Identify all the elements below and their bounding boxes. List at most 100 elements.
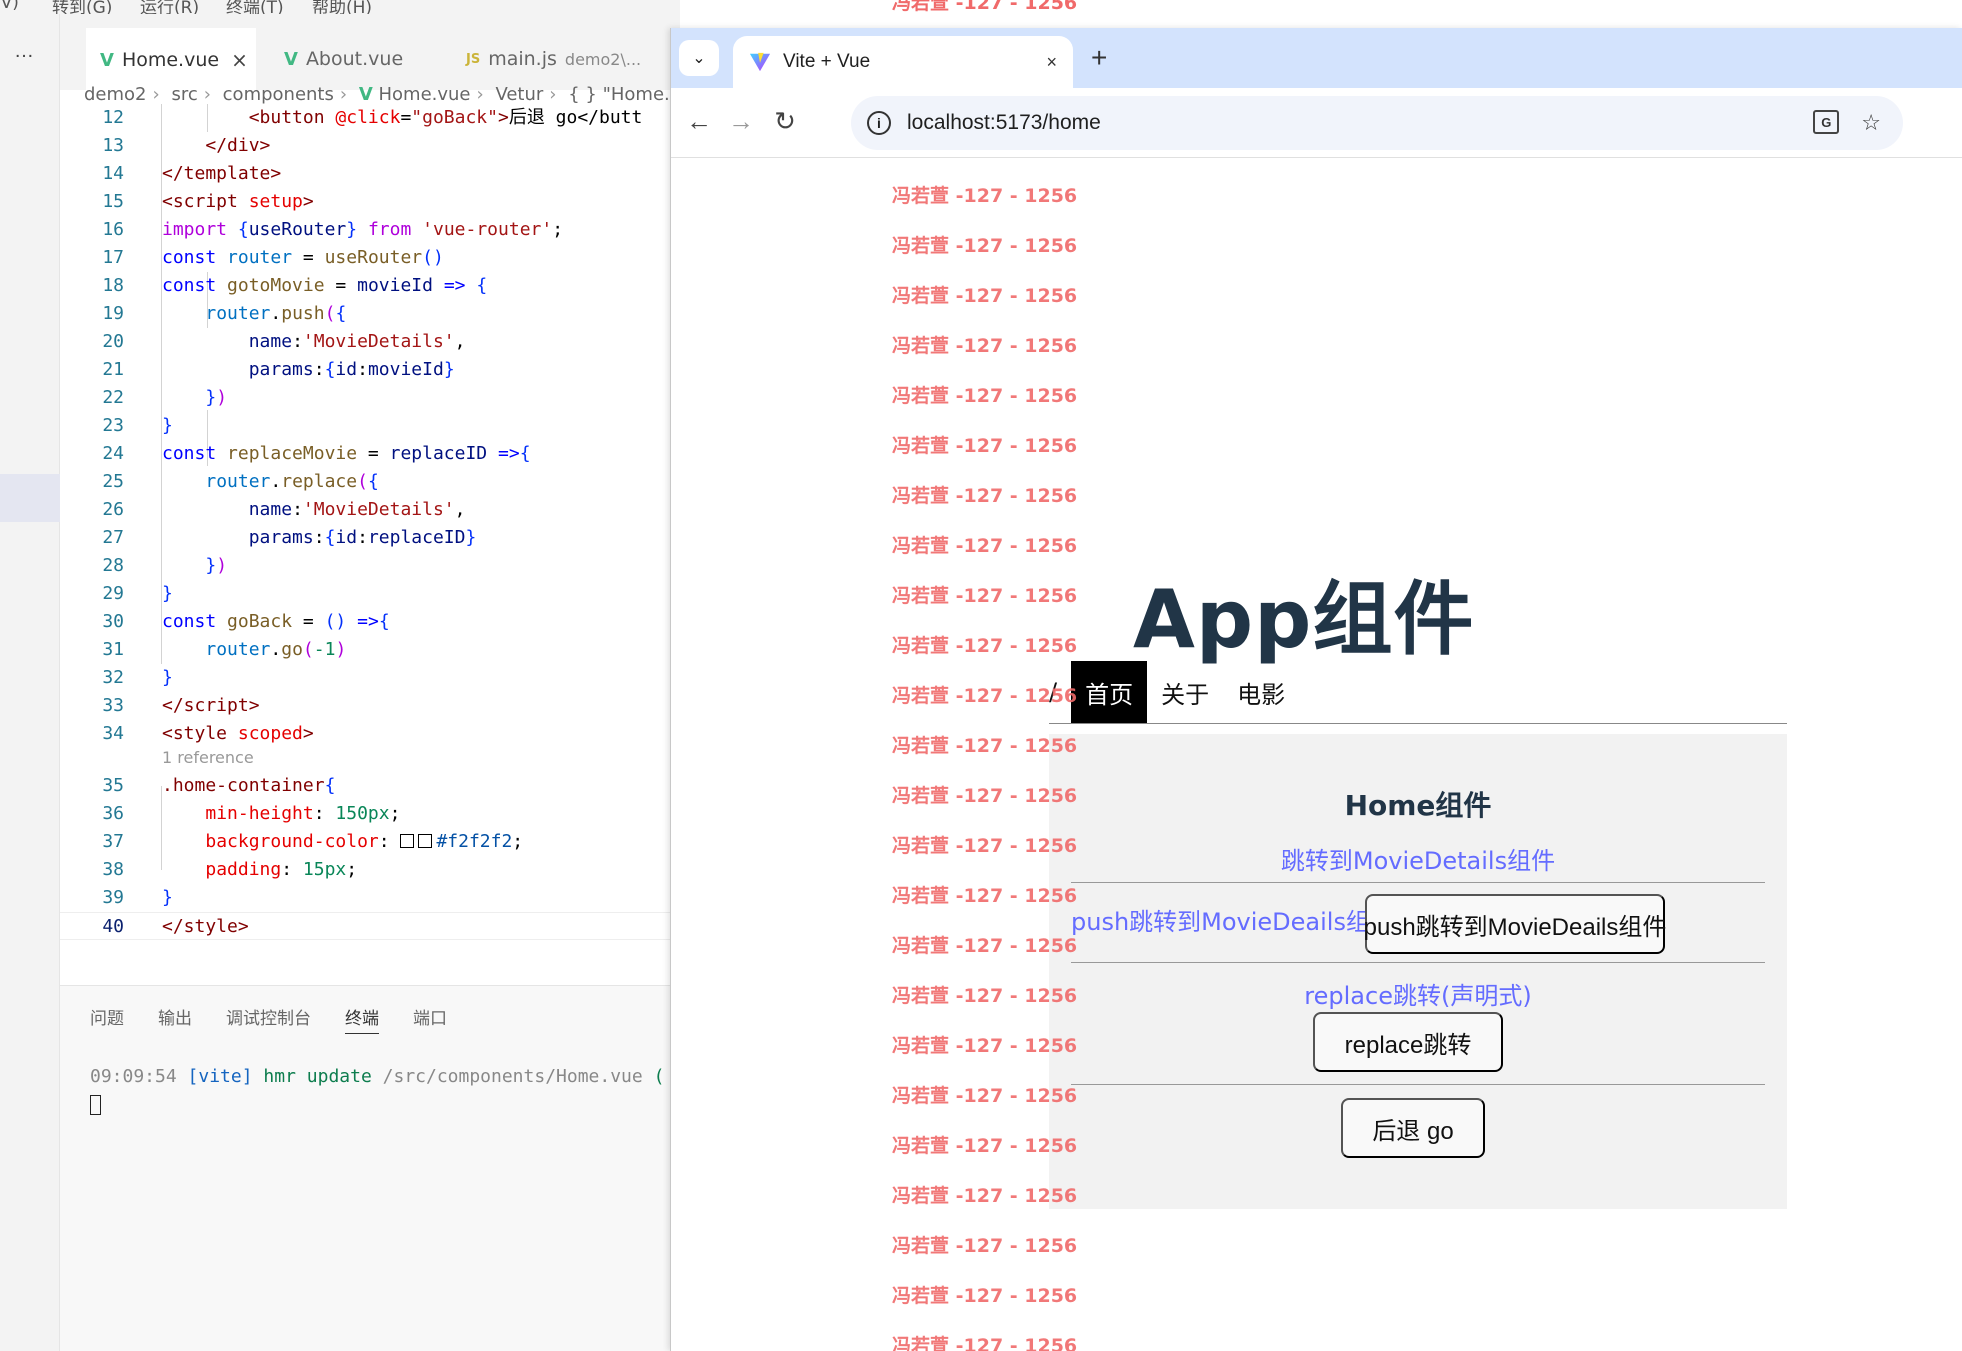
tab-strip: ⌄ Vite + Vue × + xyxy=(671,28,1962,88)
code-line: 23} xyxy=(102,415,173,436)
chevron-right-icon: › xyxy=(339,84,348,105)
watermark-text: 冯若萱 -127 - 1256 xyxy=(892,285,1078,307)
tab-label: main.js xyxy=(488,48,557,70)
vue-icon: V xyxy=(100,49,114,71)
home-container: Home组件 跳转到MovieDetails组件 push跳转到MovieDea… xyxy=(1049,734,1787,1209)
tab-search-button[interactable]: ⌄ xyxy=(679,40,719,76)
terminal-output[interactable]: 09:09:54 [vite] hmr update /src/componen… xyxy=(90,1066,664,1120)
terminal-time: 09:09:54 xyxy=(90,1066,177,1087)
back-go-button[interactable]: 后退 go xyxy=(1341,1098,1485,1158)
reload-icon[interactable]: ↻ xyxy=(769,106,801,137)
bottom-panel: 问题 输出 调试控制台 终端 端口 09:09:54 [vite] hmr up… xyxy=(60,985,680,1351)
new-tab-button[interactable]: + xyxy=(1091,42,1107,74)
terminal-tail: ( xyxy=(653,1066,665,1087)
breadcrumb-item[interactable]: components xyxy=(223,84,334,105)
code-line: 22 }) xyxy=(102,387,228,408)
chevron-right-icon: › xyxy=(152,84,160,105)
code-line: 35 .home-container{ xyxy=(102,775,336,796)
code-line: 14 </template> xyxy=(102,163,282,184)
menu-run[interactable]: 运行(R) xyxy=(140,0,199,14)
breadcrumb-item[interactable]: Vetur xyxy=(495,84,543,105)
vite-logo-icon xyxy=(749,52,771,72)
watermark-text: 冯若萱 -127 - 1256 xyxy=(892,335,1078,357)
back-arrow-icon[interactable]: ← xyxy=(683,106,715,137)
push-button[interactable]: push跳转到MovieDeails组件 xyxy=(1364,894,1666,954)
code-line: 34 <style scoped> xyxy=(102,723,314,744)
code-line: 18 const gotoMovie = movieId => { xyxy=(102,275,488,296)
code-line: 38 padding: 15px; xyxy=(102,859,358,880)
watermark-text: 冯若萱 -127 - 1256 xyxy=(892,1235,1078,1257)
code-lens[interactable]: 1 reference xyxy=(60,746,680,770)
terminal-line: 09:09:54 [vite] hmr update /src/componen… xyxy=(90,1066,664,1087)
chevron-right-icon: › xyxy=(549,84,557,105)
code-line: 26 name:'MovieDetails', xyxy=(102,499,466,520)
address-bar[interactable]: i localhost:5173/home G ☆ xyxy=(851,96,1903,150)
code-line: 25 router.replace({ xyxy=(102,471,379,492)
link-push-movie[interactable]: push跳转到MovieDeails组件 xyxy=(1071,902,1394,937)
code-line: 16 import {useRouter} from 'vue-router'; xyxy=(102,219,564,240)
color-swatch-icon[interactable] xyxy=(400,834,415,848)
breadcrumb-item[interactable]: Home.vue xyxy=(378,84,470,105)
watermark-text: 冯若萱 -127 - 1256 xyxy=(892,235,1078,257)
js-icon: JS xyxy=(466,51,481,67)
nav-link-movie[interactable]: 电影 xyxy=(1223,661,1299,723)
page-viewport: App组件 / 首页 关于 电影 Home组件 跳转到MovieDetails组… xyxy=(671,159,1962,1351)
tab-label: Home.vue xyxy=(121,49,220,71)
watermark-text: 冯若萱 -127 - 1256 xyxy=(892,485,1078,507)
url-text[interactable]: localhost:5173/home xyxy=(907,111,1101,135)
close-icon[interactable]: × xyxy=(231,48,248,72)
link-movie-details[interactable]: 跳转到MovieDetails组件 xyxy=(1049,841,1787,876)
code-line: 17 const router = useRouter() xyxy=(102,247,444,268)
forward-arrow-icon[interactable]: → xyxy=(725,106,757,137)
chevron-down-icon: ⌄ xyxy=(692,50,706,67)
menu-goto[interactable]: 转到(G) xyxy=(52,0,112,14)
menu-terminal[interactable]: 终端(T) xyxy=(226,0,284,14)
tab-terminal[interactable]: 终端 xyxy=(345,1004,379,1034)
tab-ports[interactable]: 端口 xyxy=(413,1004,447,1034)
code-line: 15 <script setup> xyxy=(102,191,314,212)
panel-tabs: 问题 输出 调试控制台 终端 端口 xyxy=(90,1004,447,1034)
tab-output[interactable]: 输出 xyxy=(158,1004,192,1034)
menu-view[interactable]: (V) xyxy=(0,0,19,13)
chevron-right-icon: › xyxy=(203,84,211,105)
tab-about-vue[interactable]: V About.vue xyxy=(270,28,440,90)
vscode-window: (V) 转到(G) 运行(R) 终端(T) 帮助(H) … V Home.vue… xyxy=(0,0,680,1351)
breadcrumb-item[interactable]: demo2 xyxy=(84,84,147,105)
terminal-path: /src/components/Home.vue xyxy=(382,1066,643,1087)
close-icon[interactable]: × xyxy=(1046,52,1057,73)
reference-count[interactable]: 1 reference xyxy=(162,746,254,770)
link-replace-declarative[interactable]: replace跳转(声明式) xyxy=(1049,976,1787,1011)
code-line: 21 params:{id:movieId} xyxy=(102,359,455,380)
translate-icon[interactable]: G xyxy=(1813,110,1840,134)
tab-debug-console[interactable]: 调试控制台 xyxy=(226,1004,311,1034)
code-line: 13 </div> xyxy=(102,135,271,156)
activity-bar: … xyxy=(0,14,60,1351)
watermark-text: 冯若萱 -127 - 1256 xyxy=(892,435,1078,457)
breadcrumb-item[interactable]: { } "Home.vue" xyxy=(568,84,680,105)
tab-problems[interactable]: 问题 xyxy=(90,1004,124,1034)
editor-tabs: V Home.vue × V About.vue JS main.js demo… xyxy=(60,14,680,90)
bookmark-star-icon[interactable]: ☆ xyxy=(1861,110,1881,136)
tab-home-vue[interactable]: V Home.vue × xyxy=(86,28,256,90)
nav-separator: / xyxy=(1049,678,1058,706)
site-info-icon[interactable]: i xyxy=(867,111,891,135)
nav-link-about[interactable]: 关于 xyxy=(1147,661,1223,723)
code-editor[interactable]: 12 <button @click="goBack">后退 go</butt 1… xyxy=(60,104,680,984)
breadcrumb-item[interactable]: src xyxy=(171,84,197,105)
replace-button[interactable]: replace跳转 xyxy=(1313,1012,1503,1072)
color-swatch-icon[interactable] xyxy=(418,834,433,848)
app-navigation: / 首页 关于 电影 xyxy=(1049,661,1299,723)
menu-help[interactable]: 帮助(H) xyxy=(312,0,372,14)
watermark-text: 冯若萱 -127 - 1256 xyxy=(892,1285,1078,1307)
code-line: 24 const replaceMovie = replaceID =>{ xyxy=(102,443,531,464)
chevron-right-icon: › xyxy=(476,84,484,105)
code-line: 27 params:{id:replaceID} xyxy=(102,527,477,548)
browser-tab[interactable]: Vite + Vue × xyxy=(733,36,1073,88)
terminal-message: hmr update xyxy=(263,1066,372,1087)
code-line: 32} xyxy=(102,667,173,688)
nav-link-home[interactable]: 首页 xyxy=(1071,661,1148,723)
tab-main-js[interactable]: JS main.js demo2\... xyxy=(452,28,682,90)
divider xyxy=(1071,1084,1765,1085)
browser-toolbar: ← → ↻ i localhost:5173/home G ☆ xyxy=(671,88,1962,158)
more-actions-icon[interactable]: … xyxy=(14,40,35,63)
